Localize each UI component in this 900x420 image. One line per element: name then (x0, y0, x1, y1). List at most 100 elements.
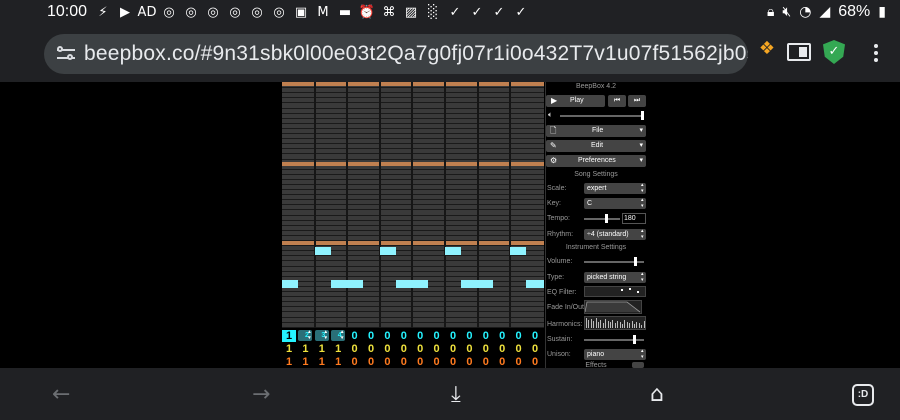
pattern-cell[interactable]: 0 (348, 330, 362, 342)
note[interactable] (396, 280, 428, 288)
site-settings-icon[interactable] (57, 44, 75, 64)
pattern-cell[interactable]: 0 (413, 343, 427, 355)
note[interactable] (510, 247, 526, 255)
pattern-cell[interactable]: 0 (380, 343, 394, 355)
note[interactable] (526, 280, 544, 288)
page-content: 1234000000000000111100000000000011110000… (0, 82, 900, 369)
rhythm-select[interactable]: ÷4 (standard) (584, 228, 646, 240)
pattern-cell[interactable]: 1 (315, 356, 329, 368)
forward-arrow-icon[interactable]: → (252, 382, 270, 407)
note[interactable] (331, 280, 363, 288)
key-select[interactable]: C (584, 197, 646, 209)
note[interactable] (461, 280, 493, 288)
pattern-cell[interactable]: 0 (380, 330, 394, 342)
status-bar: 10:00 ⚡ ▶ AD ◎ ◎ ◎ ◎ ◎ ◎ ▣ M ▬ ⏰ ⌘ ▨ ░ ✓ ✓ ✓ ✓ 🔒︎ 🔇︎ ◔ ◢ 68… (0, 0, 900, 26)
pattern-cell[interactable]: 0 (413, 356, 427, 368)
master-volume-slider[interactable] (560, 115, 644, 117)
menu-icon[interactable] (868, 42, 884, 64)
file-menu[interactable]: 🗋 File ▾ (546, 125, 646, 137)
pattern-cell[interactable]: 0 (348, 343, 362, 355)
pattern-cell[interactable]: 0 (446, 330, 460, 342)
play-button[interactable]: ▶ Play (546, 95, 605, 107)
pattern-cell[interactable]: 0 (479, 356, 493, 368)
pattern-cell[interactable]: 0 (397, 343, 411, 355)
harmonics-label: Harmonics: (547, 321, 583, 328)
pattern-cell[interactable]: 0 (446, 343, 460, 355)
tempo-knob[interactable] (605, 214, 608, 223)
note[interactable] (380, 247, 396, 255)
tempo-slider[interactable] (584, 218, 620, 220)
master-volume-knob[interactable] (641, 111, 644, 120)
pattern-cell[interactable]: 1 (298, 356, 312, 368)
pattern-cell[interactable]: 0 (462, 330, 476, 342)
pattern-cell[interactable]: 0 (462, 343, 476, 355)
pattern-cell[interactable]: 0 (397, 356, 411, 368)
note[interactable] (282, 280, 298, 288)
pattern-cell[interactable]: 1 (315, 343, 329, 355)
pattern-cell[interactable]: 3 (314, 329, 329, 341)
sustain-knob[interactable] (633, 335, 636, 344)
pattern-cell[interactable]: 0 (462, 356, 476, 368)
pattern-cell[interactable]: 0 (512, 343, 526, 355)
pattern-cell[interactable]: 2 (298, 329, 313, 341)
pattern-cell[interactable]: 1 (282, 343, 296, 355)
instrument-volume-knob[interactable] (634, 257, 637, 266)
pattern-cell[interactable]: 0 (495, 356, 509, 368)
pattern-cell[interactable]: 0 (446, 356, 460, 368)
note[interactable] (445, 247, 461, 255)
pattern-cell[interactable]: 0 (364, 330, 378, 342)
url-text[interactable]: beepbox.co/#9n31sbk0l00e03t2Qa7g0fj07r1i… (84, 42, 748, 66)
pattern-cell[interactable]: 0 (528, 330, 542, 342)
pattern-cell[interactable]: 4 (331, 329, 346, 341)
tab-switcher-button[interactable]: :D (852, 384, 874, 406)
pattern-cell[interactable]: 0 (495, 330, 509, 342)
preferences-menu[interactable]: ⚙ Preferences ▾ (546, 155, 646, 167)
pattern-cell[interactable]: 1 (331, 343, 345, 355)
instrument-type-select[interactable]: picked string (584, 271, 646, 283)
pattern-cell[interactable]: 1 (298, 343, 312, 355)
pattern-cell[interactable]: 0 (528, 343, 542, 355)
notification-icon: M (317, 5, 329, 20)
eq-filter-editor[interactable] (584, 286, 646, 297)
download-icon[interactable]: ⤓ (451, 382, 461, 407)
track-row-channel2: 1111000000000000 (282, 343, 544, 356)
pattern-cell[interactable]: 0 (413, 330, 427, 342)
pattern-cell[interactable]: 0 (364, 356, 378, 368)
pattern-cell[interactable]: 1 (331, 356, 345, 368)
pattern-cell[interactable]: 0 (512, 356, 526, 368)
back-arrow-icon[interactable]: ← (52, 382, 70, 407)
pattern-cell[interactable]: 0 (479, 343, 493, 355)
chevron-down-icon: ▾ (639, 157, 643, 164)
next-bar-button[interactable]: ⏭ (628, 95, 646, 107)
sustain-label: Sustain: (547, 336, 573, 343)
pattern-cell[interactable]: 0 (528, 356, 542, 368)
reader-mode-icon[interactable] (787, 43, 811, 61)
gift-icon[interactable]: ❖ (756, 38, 778, 60)
note[interactable] (315, 247, 331, 255)
home-icon[interactable]: ⌂ (650, 382, 664, 407)
harmonics-editor[interactable] (584, 316, 646, 330)
fade-editor[interactable] (584, 300, 642, 314)
pattern-cell[interactable]: 0 (430, 330, 444, 342)
pattern-cell[interactable]: 1 (282, 356, 296, 368)
harmonic-bar (607, 321, 609, 328)
pattern-cell[interactable]: 0 (430, 356, 444, 368)
track-editor[interactable]: 1234000000000000111100000000000011110000… (282, 329, 544, 368)
pattern-cell[interactable]: 1 (282, 330, 296, 342)
harmonic-bar (614, 323, 616, 328)
address-bar[interactable]: beepbox.co/#9n31sbk0l00e03t2Qa7g0fj07r1i… (44, 34, 748, 74)
scale-select[interactable]: expert (584, 182, 646, 194)
tempo-input[interactable]: 180 (622, 213, 646, 224)
pattern-cell[interactable]: 0 (380, 356, 394, 368)
prev-bar-button[interactable]: ⏮ (608, 95, 626, 107)
pattern-cell[interactable]: 0 (495, 343, 509, 355)
edit-menu[interactable]: ✎ Edit ▾ (546, 140, 646, 152)
pattern-cell[interactable]: 0 (512, 330, 526, 342)
pattern-editor[interactable] (282, 82, 544, 328)
pattern-cell[interactable]: 0 (397, 330, 411, 342)
pattern-cell[interactable]: 0 (430, 343, 444, 355)
pattern-cell[interactable]: 0 (348, 356, 362, 368)
unison-select[interactable]: piano (584, 348, 646, 360)
pattern-cell[interactable]: 0 (479, 330, 493, 342)
pattern-cell[interactable]: 0 (364, 343, 378, 355)
